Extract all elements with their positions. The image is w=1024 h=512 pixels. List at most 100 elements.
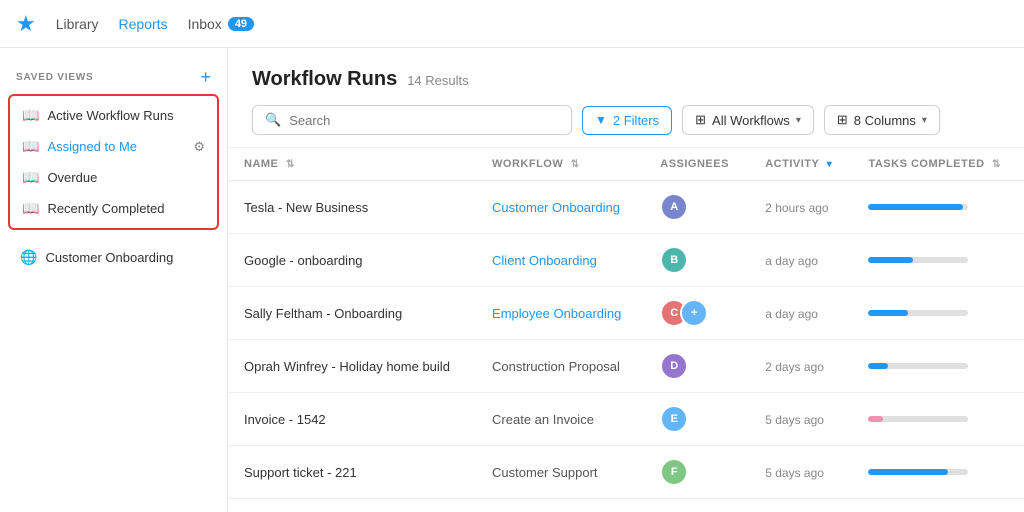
- progress-bar-container: [868, 416, 968, 422]
- filter-icon: ▼: [595, 113, 607, 127]
- table-row: Google - onboarding Client Onboarding Ba d…: [228, 234, 1024, 287]
- cell-workflow: Customer Support: [476, 446, 644, 499]
- nav-library[interactable]: Library: [56, 16, 99, 32]
- workflow-link[interactable]: Employee Onboarding: [492, 306, 621, 321]
- progress-bar: [868, 416, 883, 422]
- search-input[interactable]: [289, 113, 559, 128]
- table-header-row: NAME ⇅ WORKFLOW ⇅ ASSIGNEES ACTIVITY ▾ T…: [228, 148, 1024, 181]
- book-icon: 📖: [22, 138, 39, 155]
- activity-text: 2 hours ago: [765, 201, 828, 215]
- nav-reports[interactable]: Reports: [119, 16, 168, 32]
- avatar: B: [660, 246, 688, 274]
- col-workflow: WORKFLOW ⇅: [476, 148, 644, 181]
- col-tasks-completed: TASKS COMPLETED ⇅: [852, 148, 1024, 181]
- activity-text: 5 days ago: [765, 466, 824, 480]
- progress-bar: [868, 310, 908, 316]
- search-icon: 🔍: [265, 112, 281, 128]
- inbox-badge: 49: [228, 17, 254, 31]
- topnav: ★ Library Reports Inbox 49: [0, 0, 1024, 48]
- cell-assignees: D: [644, 340, 749, 393]
- table-row: Support ticket - 220Customer SupportG5 d…: [228, 499, 1024, 512]
- page-title: Workflow Runs: [252, 68, 397, 91]
- sidebar-other-items: 🌐 Customer Onboarding: [0, 238, 227, 277]
- activity-text: a day ago: [765, 254, 818, 268]
- sidebar-label: Overdue: [47, 170, 205, 185]
- table-row: Tesla - New BusinessCustomer OnboardingA…: [228, 181, 1024, 234]
- table-row: Support ticket - 221Customer SupportF5 d…: [228, 446, 1024, 499]
- sort-icon[interactable]: ⇅: [992, 159, 1001, 170]
- cell-name: Google - onboarding: [228, 234, 476, 287]
- cell-activity: 2 hours ago: [749, 181, 852, 234]
- avatar: E: [660, 405, 688, 433]
- progress-bar-container: [868, 257, 968, 263]
- cell-name: Sally Feltham - Onboarding: [228, 287, 476, 340]
- cell-workflow: Create an Invoice: [476, 393, 644, 446]
- filter-label: 2 Filters: [613, 113, 659, 128]
- cell-workflow[interactable]: Customer Onboarding: [476, 181, 644, 234]
- layout: SAVED VIEWS + 📖 Active Workflow Runs 📖 A…: [0, 48, 1024, 512]
- cell-assignees: G: [644, 499, 749, 512]
- sidebar-label: Assigned to Me: [47, 139, 185, 154]
- columns-dropdown[interactable]: ⊞ 8 Columns ▾: [824, 105, 940, 135]
- progress-bar-container: [868, 310, 968, 316]
- gear-icon[interactable]: ⚙: [193, 139, 205, 155]
- col-activity: ACTIVITY ▾: [749, 148, 852, 181]
- sort-icon[interactable]: ⇅: [571, 159, 580, 170]
- avatar: A: [660, 193, 688, 221]
- sidebar-item-recently-completed[interactable]: 📖 Recently Completed: [10, 193, 217, 224]
- table-row: Invoice - 1542Create an Invoice E 5 days a…: [228, 393, 1024, 446]
- chevron-down-icon: ▾: [922, 115, 927, 126]
- cell-name: Support ticket - 221: [228, 446, 476, 499]
- columns-label: 8 Columns: [854, 113, 916, 128]
- saved-views-group: 📖 Active Workflow Runs 📖 Assigned to Me …: [8, 94, 219, 230]
- chevron-down-icon: ▾: [796, 115, 801, 126]
- table-row: Oprah Winfrey - Holiday home buildConstr…: [228, 340, 1024, 393]
- book-icon: 📖: [22, 107, 39, 124]
- progress-bar: [868, 469, 948, 475]
- progress-bar: [868, 363, 888, 369]
- cell-activity: 5 days ago: [749, 499, 852, 512]
- cell-assignees: A: [644, 181, 749, 234]
- main-content: Workflow Runs 14 Results 🔍 ▼ 2 Filters ⊞…: [228, 48, 1024, 512]
- cell-workflow[interactable]: Employee Onboarding: [476, 287, 644, 340]
- all-workflows-label: All Workflows: [712, 113, 790, 128]
- cell-tasks-completed: [852, 234, 1024, 287]
- cell-name: Invoice - 1542: [228, 393, 476, 446]
- col-name: NAME ⇅: [228, 148, 476, 181]
- search-box[interactable]: 🔍: [252, 105, 572, 135]
- cell-tasks-completed: [852, 446, 1024, 499]
- workflow-link[interactable]: Customer Onboarding: [492, 200, 620, 215]
- progress-bar: [868, 257, 913, 263]
- workflow-link[interactable]: Client Onboarding: [492, 253, 597, 268]
- activity-text: a day ago: [765, 307, 818, 321]
- sidebar-item-overdue[interactable]: 📖 Overdue: [10, 162, 217, 193]
- progress-bar-container: [868, 363, 968, 369]
- cell-tasks-completed: [852, 393, 1024, 446]
- all-workflows-dropdown[interactable]: ⊞ All Workflows ▾: [682, 105, 814, 135]
- sidebar-item-assigned-to-me[interactable]: 📖 Assigned to Me ⚙: [10, 131, 217, 162]
- nav-inbox[interactable]: Inbox 49: [188, 16, 255, 32]
- cell-activity: 5 days ago: [749, 446, 852, 499]
- avatar: +: [680, 299, 708, 327]
- add-saved-view-button[interactable]: +: [200, 68, 211, 86]
- filter-button[interactable]: ▼ 2 Filters: [582, 106, 672, 135]
- sort-icon-active[interactable]: ▾: [827, 159, 833, 170]
- toolbar: 🔍 ▼ 2 Filters ⊞ All Workflows ▾ ⊞ 8 Colu…: [252, 105, 1000, 135]
- globe-icon: 🌐: [20, 249, 37, 266]
- table-row: Sally Feltham - Onboarding Employee Onboa…: [228, 287, 1024, 340]
- cell-workflow: Construction Proposal: [476, 340, 644, 393]
- progress-bar-container: [868, 469, 968, 475]
- cell-activity: a day ago: [749, 234, 852, 287]
- sidebar-item-active-workflow-runs[interactable]: 📖 Active Workflow Runs: [10, 100, 217, 131]
- sidebar-item-customer-onboarding[interactable]: 🌐 Customer Onboarding: [8, 242, 219, 273]
- cell-activity: 5 days ago: [749, 393, 852, 446]
- workflow-runs-table: NAME ⇅ WORKFLOW ⇅ ASSIGNEES ACTIVITY ▾ T…: [228, 148, 1024, 512]
- book-icon: 📖: [22, 169, 39, 186]
- cell-workflow[interactable]: Client Onboarding: [476, 234, 644, 287]
- sidebar-label: Recently Completed: [47, 201, 205, 216]
- col-assignees: ASSIGNEES: [644, 148, 749, 181]
- activity-text: 2 days ago: [765, 360, 824, 374]
- sort-icon[interactable]: ⇅: [286, 159, 295, 170]
- table-container: NAME ⇅ WORKFLOW ⇅ ASSIGNEES ACTIVITY ▾ T…: [228, 148, 1024, 512]
- cell-tasks-completed: [852, 499, 1024, 512]
